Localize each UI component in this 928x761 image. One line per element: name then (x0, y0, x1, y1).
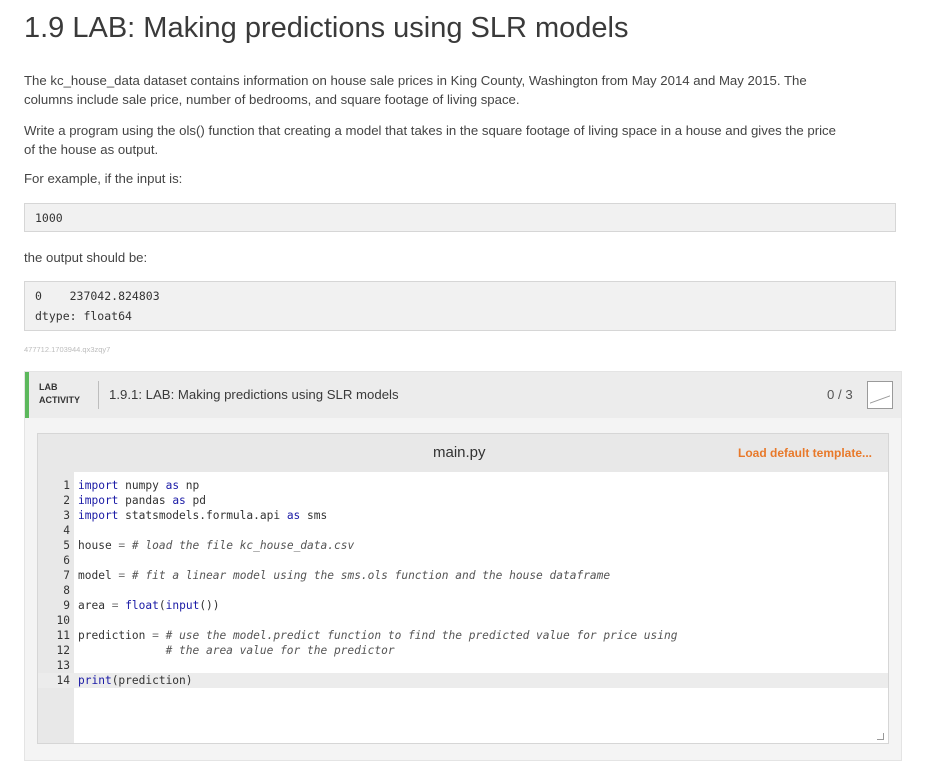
code-line[interactable]: 8 (38, 583, 888, 598)
line-number: 9 (63, 599, 70, 612)
code-line[interactable]: 5 house = # load the file kc_house_data.c… (38, 538, 888, 553)
code-line[interactable]: 10 (38, 613, 888, 628)
output-intro: the output should be: (24, 250, 148, 265)
example-output-line-2: dtype: float64 (35, 309, 132, 323)
filename: main.py (433, 444, 486, 461)
code-line[interactable]: 4 (38, 523, 888, 538)
code-text[interactable]: import pandas as pd (78, 493, 206, 508)
lab-title: 1.9.1: LAB: Making predictions using SLR… (109, 387, 399, 402)
example-output-box: 0 237042.824803 dtype: float64 (24, 281, 896, 331)
code-area[interactable]: 1 import numpy as np 2 import pandas as pd 3… (38, 478, 888, 688)
description-line-2: columns include sale price, number of be… (24, 92, 520, 107)
line-number: 13 (56, 659, 70, 672)
instruction-line-1: Write a program using the ols() function… (24, 123, 836, 138)
line-number: 8 (63, 584, 70, 597)
code-line[interactable]: 6 (38, 553, 888, 568)
code-editor[interactable]: main.py Load default template... 1 import… (37, 433, 889, 744)
example-input-box: 1000 (24, 203, 896, 232)
lab-tag-line-2: ACTIVITY (39, 395, 81, 405)
example-output-line-1: 0 237042.824803 (35, 289, 160, 303)
lab-header: LAB ACTIVITY 1.9.1: LAB: Making predicti… (25, 372, 901, 418)
code-text[interactable]: area = float(input()) (78, 598, 220, 613)
page-title: 1.9 LAB: Making predictions using SLR mo… (24, 12, 629, 44)
lab-activity-tag: LAB ACTIVITY (39, 381, 80, 407)
description-line-1: The kc_house_data dataset contains infor… (24, 73, 807, 88)
description-paragraph: The kc_house_data dataset contains infor… (24, 71, 904, 109)
code-line[interactable]: 12 # the area value for the predictor (38, 643, 888, 658)
line-number: 1 (63, 479, 70, 492)
code-line[interactable]: 2 import pandas as pd (38, 493, 888, 508)
code-text[interactable]: model = # fit a linear model using the s… (78, 568, 610, 583)
score: 0 / 3 (827, 387, 853, 402)
example-input-text: 1000 (35, 211, 63, 225)
example-intro: For example, if the input is: (24, 171, 183, 186)
line-number: 5 (63, 539, 70, 552)
line-number: 3 (63, 509, 70, 522)
line-number: 6 (63, 554, 70, 567)
header-divider (98, 381, 99, 409)
lab-activity: LAB ACTIVITY 1.9.1: LAB: Making predicti… (24, 371, 902, 761)
line-number: 14 (56, 674, 70, 687)
instruction-paragraph: Write a program using the ols() function… (24, 121, 904, 159)
code-line[interactable]: 14 print(prediction) (38, 673, 888, 688)
code-text[interactable]: import statsmodels.formula.api as sms (78, 508, 327, 523)
instruction-line-2: of the house as output. (24, 142, 159, 157)
load-default-template-link[interactable]: Load default template... (738, 446, 872, 460)
code-text[interactable]: print(prediction) (78, 673, 193, 688)
score-badge-icon (867, 381, 893, 409)
resize-handle-icon[interactable] (877, 733, 884, 740)
line-number: 2 (63, 494, 70, 507)
code-line[interactable]: 1 import numpy as np (38, 478, 888, 493)
line-number: 7 (63, 569, 70, 582)
lab-tag-line-1: LAB (39, 382, 58, 392)
code-text[interactable]: prediction = # use the model.predict fun… (78, 628, 678, 643)
code-line[interactable]: 13 (38, 658, 888, 673)
code-line[interactable]: 9 area = float(input()) (38, 598, 888, 613)
code-line[interactable]: 7 model = # fit a linear model using the … (38, 568, 888, 583)
line-number: 11 (56, 629, 70, 642)
code-text[interactable]: # the area value for the predictor (78, 643, 395, 658)
editor-header: main.py Load default template... (38, 434, 888, 472)
code-line[interactable]: 3 import statsmodels.formula.api as sms (38, 508, 888, 523)
line-number: 12 (56, 644, 70, 657)
line-number: 4 (63, 524, 70, 537)
code-text[interactable]: house = # load the file kc_house_data.cs… (78, 538, 354, 553)
code-line[interactable]: 11 prediction = # use the model.predict f… (38, 628, 888, 643)
code-text[interactable]: import numpy as np (78, 478, 199, 493)
line-number: 10 (56, 614, 70, 627)
content-hash: 477712.1703944.qx3zqy7 (24, 345, 111, 354)
